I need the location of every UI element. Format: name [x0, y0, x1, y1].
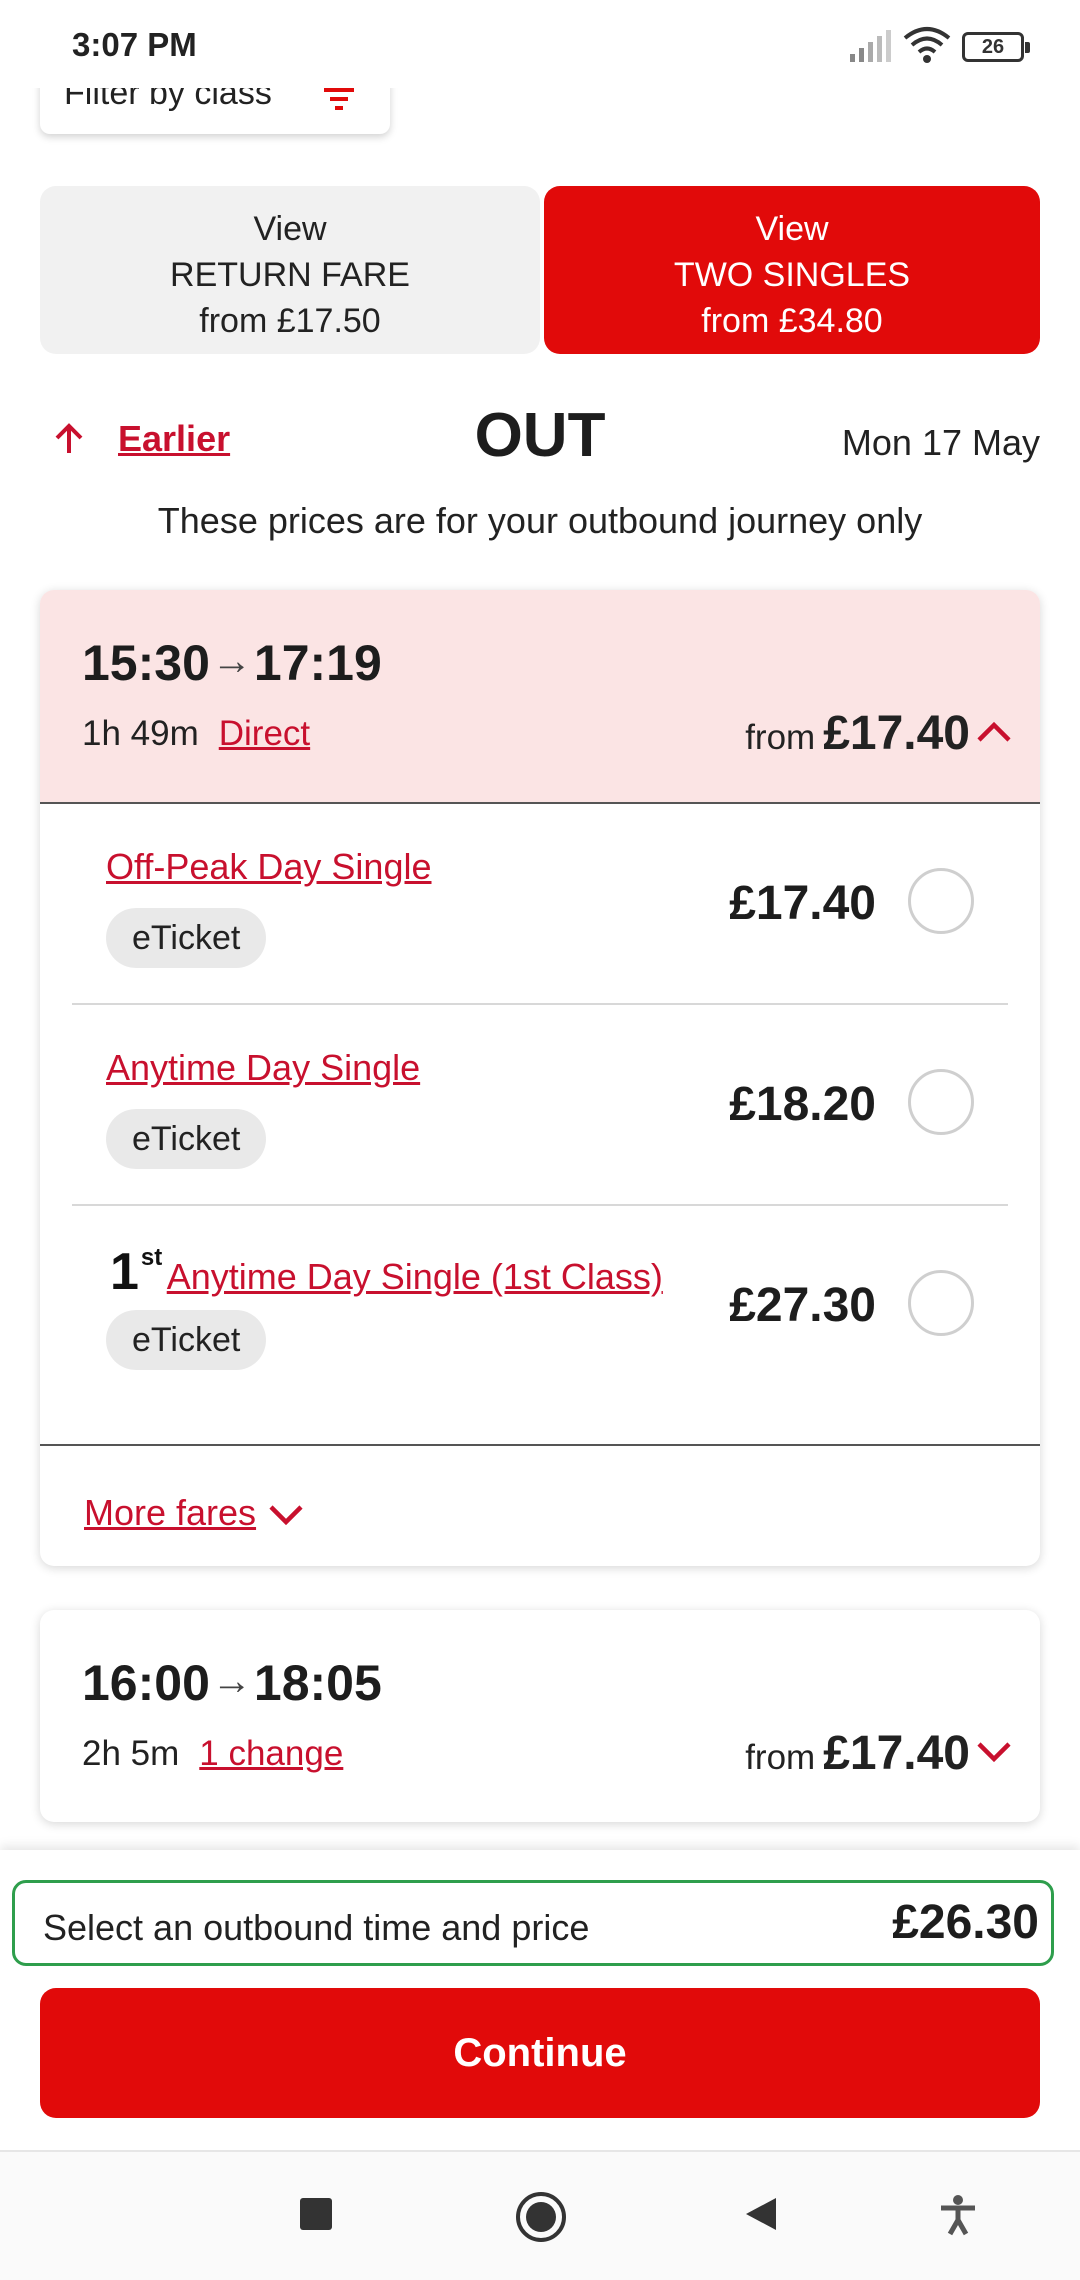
eticket-badge: eTicket	[106, 1310, 267, 1370]
first-class-icon: 1st	[110, 1243, 162, 1301]
accessibility-icon[interactable]	[938, 2194, 978, 2241]
fare-type-toggle: View RETURN FARE from £17.50 View TWO SI…	[40, 186, 1040, 354]
journey-card[interactable]: 16:00→18:05 2h 5m 1 change from £17.40	[40, 1610, 1040, 1822]
journey-duration: 1h 49m	[82, 714, 199, 753]
fare-price: £17.40	[729, 877, 876, 930]
from-label: from	[745, 718, 816, 757]
fare-option-row[interactable]: Off-Peak Day Single eTicket £17.40	[72, 804, 1008, 1005]
chevron-down-icon	[268, 1504, 304, 1531]
fare-radio[interactable]	[908, 1270, 974, 1336]
filter-icon	[322, 84, 356, 123]
journey-duration: 2h 5m	[82, 1734, 180, 1773]
battery-icon: 26	[962, 32, 1030, 62]
fare-option-row[interactable]: Anytime Day Single eTicket £18.20	[72, 1005, 1008, 1206]
fare-name-link[interactable]: Off-Peak Day Single	[106, 846, 432, 888]
fare-price: £27.30	[729, 1279, 876, 1332]
first-class-number: 1	[110, 1243, 139, 1301]
from-price-value: £17.40	[823, 1727, 970, 1780]
signal-icon	[848, 30, 892, 69]
summary-text: Select an outbound time and price	[43, 1907, 590, 1948]
from-label: from	[745, 1738, 816, 1777]
chevron-up-icon[interactable]	[976, 712, 1012, 752]
eticket-badge: eTicket	[106, 1109, 267, 1169]
fare-name-link[interactable]: Anytime Day Single (1st Class)	[167, 1256, 663, 1297]
journey-meta: 1h 49m Direct	[82, 714, 310, 754]
journey-card: 15:30→17:19 1h 49m Direct from £17.40 Off-…	[40, 590, 1040, 1566]
status-bar: 3:07 PM 26	[0, 0, 1080, 88]
journey-from-price: from £17.40	[745, 706, 1012, 761]
depart-time: 15:30	[82, 635, 210, 691]
arrive-time: 18:05	[253, 1655, 382, 1711]
journey-direction-header: Earlier OUT Mon 17 May	[40, 400, 1040, 480]
summary-amount: £26.30	[892, 1896, 1039, 1949]
arrow-right-icon: →	[211, 639, 252, 683]
singles-line3: from £34.80	[701, 302, 883, 340]
fare-name-group: 1st Anytime Day Single (1st Class)	[110, 1242, 663, 1302]
fare-radio[interactable]	[908, 1069, 974, 1135]
recents-icon[interactable]	[296, 2194, 336, 2239]
singles-line2: TWO SINGLES	[673, 256, 911, 294]
wifi-icon	[902, 26, 952, 69]
more-fares-button[interactable]: More fares	[40, 1444, 1040, 1566]
outbound-note: These prices are for your outbound journ…	[157, 500, 923, 541]
selection-summary: Select an outbound time and price £26.30	[12, 1880, 1054, 1966]
depart-time: 16:00	[82, 1655, 210, 1711]
arrive-time: 17:19	[253, 635, 382, 691]
journey-changes-link[interactable]: Direct	[219, 714, 310, 753]
continue-button[interactable]: Continue	[40, 1988, 1040, 2118]
return-line3: from £17.50	[199, 302, 381, 340]
fare-price: £18.20	[729, 1078, 876, 1131]
fare-option-row[interactable]: 1st Anytime Day Single (1st Class) eTick…	[72, 1206, 1008, 1407]
singles-line1: View	[755, 210, 829, 248]
back-icon[interactable]	[740, 2194, 780, 2239]
more-fares-label: More fares	[84, 1492, 257, 1533]
return-line1: View	[253, 210, 327, 248]
view-two-singles-button[interactable]: View TWO SINGLES from £34.80	[544, 186, 1040, 354]
journey-times: 16:00→18:05	[82, 1654, 382, 1712]
arrow-right-icon: →	[211, 1659, 252, 1703]
journey-times: 15:30→17:19	[82, 634, 382, 692]
fare-radio[interactable]	[908, 868, 974, 934]
journey-from-price: from £17.40	[745, 1726, 1012, 1781]
chevron-down-icon[interactable]	[976, 1732, 1012, 1772]
eticket-badge: eTicket	[106, 908, 267, 968]
status-time: 3:07 PM	[72, 26, 197, 63]
journey-header[interactable]: 16:00→18:05 2h 5m 1 change from £17.40	[40, 1610, 1040, 1822]
journey-header[interactable]: 15:30→17:19 1h 49m Direct from £17.40	[40, 590, 1040, 804]
from-price-value: £17.40	[823, 707, 970, 760]
fare-name-link[interactable]: Anytime Day Single	[106, 1047, 420, 1089]
home-icon[interactable]	[514, 2190, 568, 2249]
journey-changes-link[interactable]: 1 change	[199, 1734, 343, 1773]
system-nav-bar	[0, 2150, 1080, 2280]
checkout-panel: Select an outbound time and price £26.30…	[0, 1850, 1080, 2150]
journey-meta: 2h 5m 1 change	[82, 1734, 343, 1774]
journey-date: Mon 17 May	[841, 422, 1040, 463]
view-return-fare-button[interactable]: View RETURN FARE from £17.50	[40, 186, 540, 354]
first-class-suffix: st	[140, 1244, 163, 1271]
return-line2: RETURN FARE	[170, 256, 410, 294]
